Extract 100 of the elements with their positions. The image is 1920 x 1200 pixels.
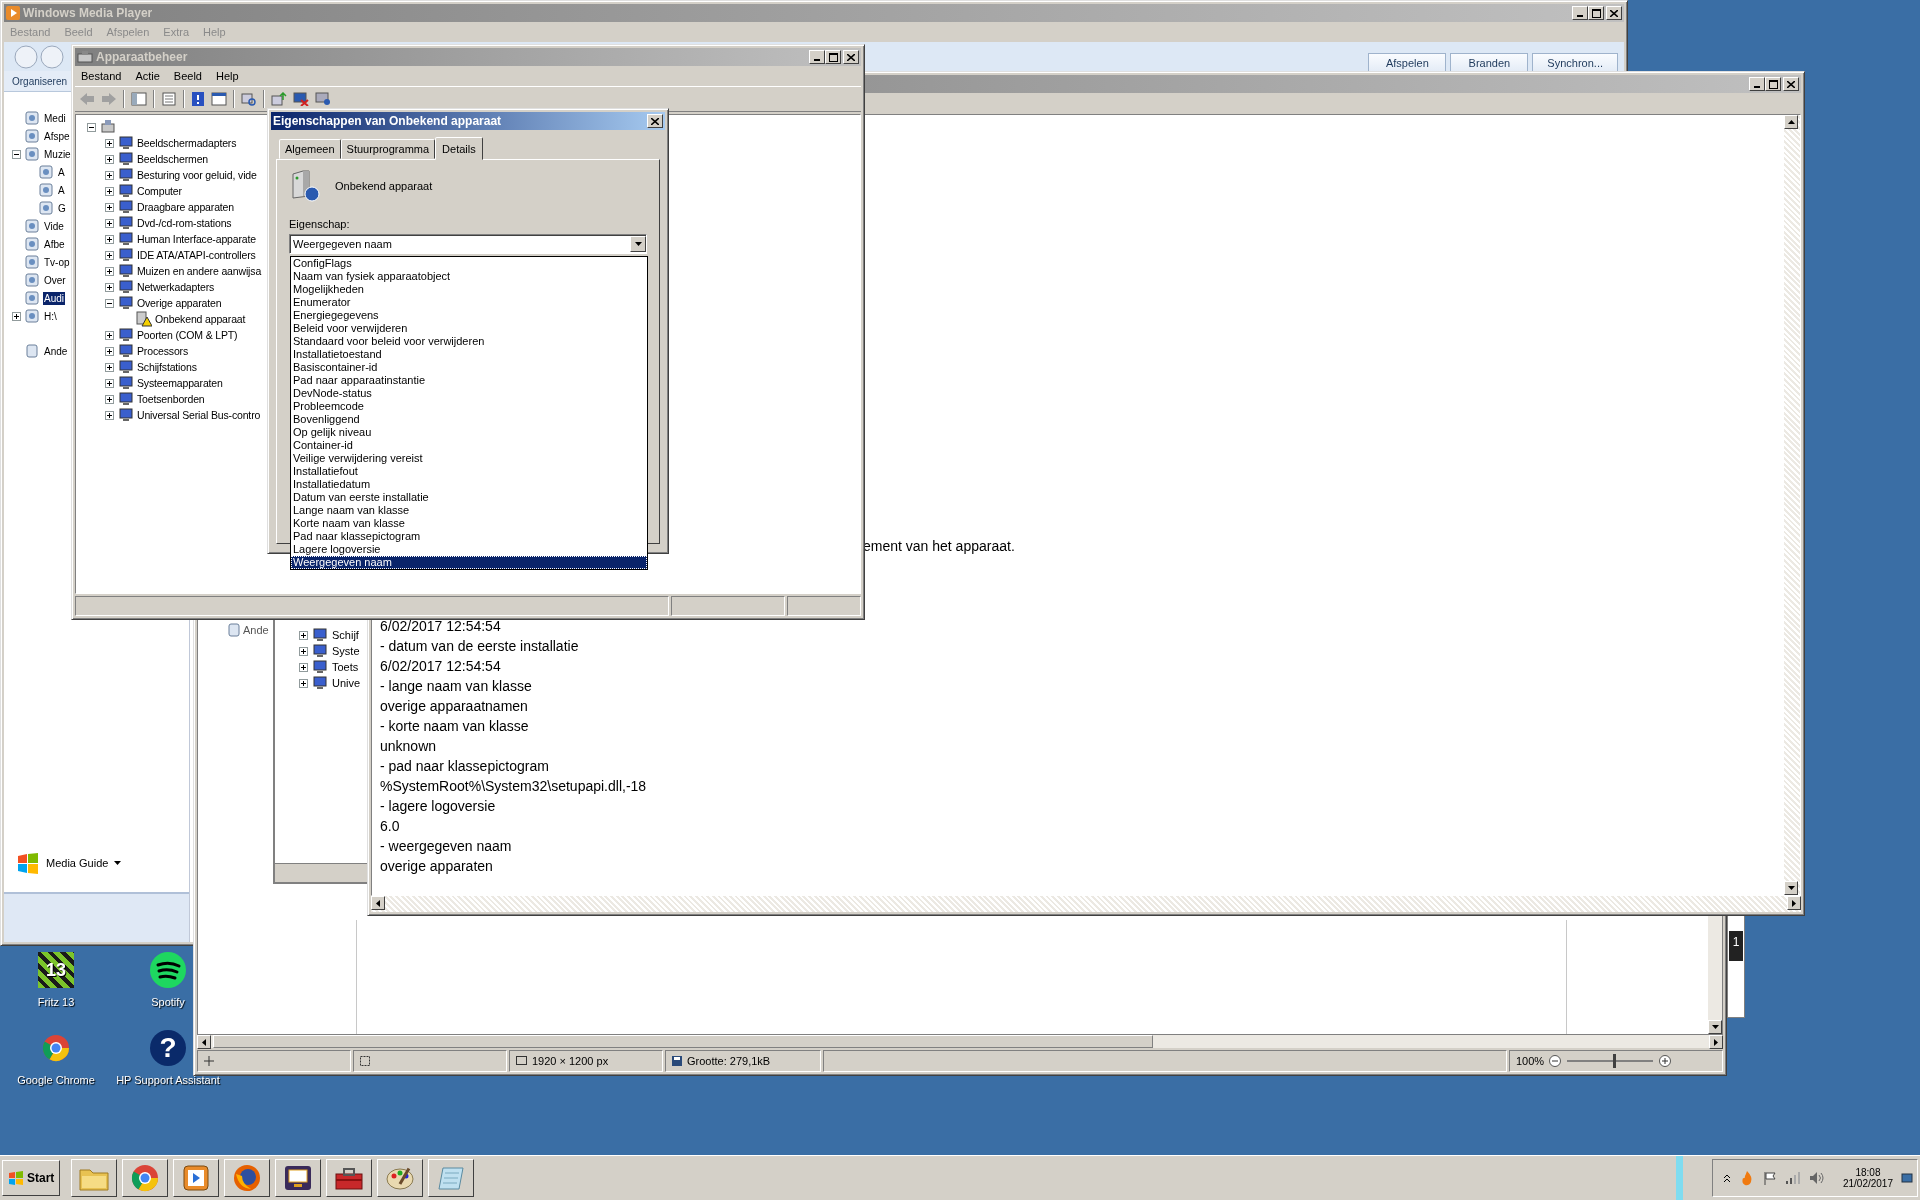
library-item: Ande [243, 624, 269, 636]
tree-item[interactable]: Overige apparaten [137, 297, 222, 309]
menu-item[interactable]: Actie [135, 70, 160, 82]
menu-item[interactable]: Bestand [81, 70, 122, 82]
library-item[interactable]: Afbe [43, 237, 66, 251]
dialog-tab[interactable]: Algemeen [279, 139, 341, 159]
library-item[interactable]: Ande [43, 344, 69, 358]
dropdown-option[interactable]: Datum van eerste installatie [291, 491, 647, 504]
library-item[interactable]: Muzie [43, 147, 72, 161]
dropdown-option[interactable]: Standaard voor beleid voor verwijderen [291, 335, 647, 348]
tree-item[interactable]: Besturing voor geluid, vide [137, 169, 257, 181]
library-item[interactable]: Tv-op [43, 255, 71, 269]
dropdown-option[interactable]: Lagere logoversie [291, 543, 647, 556]
dropdown-option[interactable]: Op gelijk niveau [291, 426, 647, 439]
text-line: overige apparaatnamen [380, 697, 529, 716]
window-title: Eigenschappen van Onbekend apparaat [273, 114, 502, 128]
library-item[interactable]: A [57, 165, 66, 179]
dropdown-option[interactable]: Mogelijkheden [291, 283, 647, 296]
tree-item[interactable]: Dvd-/cd-rom-stations [137, 217, 232, 229]
desktop-icon-label[interactable]: HP Support Assistant [116, 1074, 220, 1086]
text-line: %SystemRoot%\System32\setupapi.dll,-18 [380, 777, 648, 796]
dialog-tab[interactable]: Details [435, 137, 483, 160]
dropdown-option[interactable]: Pad naar klassepictogram [291, 530, 647, 543]
library-item[interactable]: G [57, 201, 67, 215]
tree-item[interactable]: Muizen en andere aanwijsa [137, 265, 262, 277]
dropdown-option[interactable]: Installatiedatum [291, 478, 647, 491]
dropdown-option[interactable]: Enumerator [291, 296, 647, 309]
dropdown-option[interactable]: Installatiefout [291, 465, 647, 478]
help-logo: ? [150, 1030, 186, 1066]
library-item[interactable]: Vide [43, 219, 65, 233]
library-item[interactable]: Afspe [43, 129, 71, 143]
desktop-icon-label[interactable]: Google Chrome [17, 1074, 95, 1086]
dropdown-option[interactable]: Pad naar apparaatinstantie [291, 374, 647, 387]
dropdown-option[interactable]: Basiscontainer-id [291, 361, 647, 374]
tree-item: Syste [332, 645, 360, 657]
library-item[interactable]: A [57, 183, 66, 197]
player-tab[interactable]: Afspelen [1368, 53, 1447, 71]
text-line: - datum van de eerste installatie [380, 637, 580, 656]
dropdown-option[interactable]: Veilige verwijdering vereist [291, 452, 647, 465]
device-name: Onbekend apparaat [335, 180, 433, 192]
property-label: Eigenschap: [289, 218, 351, 230]
text-line: 6/02/2017 12:54:54 [380, 657, 502, 676]
library-item[interactable]: Over [43, 273, 67, 287]
clock-date[interactable]: 21/02/2017 [1842, 1178, 1893, 1189]
window-title: Apparaatbeheer [96, 50, 188, 64]
organize-menu[interactable]: Organiseren [10, 75, 70, 87]
text-line: 6/02/2017 12:54:54 [380, 617, 502, 636]
dropdown-option[interactable]: ConfigFlags [291, 257, 647, 270]
tree-item[interactable]: Beeldschermen [137, 153, 208, 165]
tree-item[interactable]: IDE ATA/ATAPI-controllers [137, 249, 256, 261]
tree-item[interactable]: Draagbare apparaten [137, 201, 234, 213]
tree-item[interactable]: Poorten (COM & LPT) [137, 329, 238, 341]
clock-time[interactable]: 18:08 [1855, 1167, 1881, 1178]
dropdown-option[interactable]: DevNode-status [291, 387, 647, 400]
tree-item[interactable]: Toetsenborden [137, 393, 205, 405]
tree-item[interactable]: Beeldschermadapters [137, 137, 237, 149]
tree-item[interactable]: Systeemapparaten [137, 377, 223, 389]
desktop-icon-label[interactable]: Fritz 13 [37, 996, 75, 1008]
window-title: Windows Media Player [23, 6, 153, 20]
tree-item[interactable]: Processors [137, 345, 188, 357]
text-line: - pad naar klassepictogram [380, 757, 550, 776]
dropdown-option[interactable]: Beleid voor verwijderen [291, 322, 647, 335]
tree-item[interactable]: Netwerkadapters [137, 281, 215, 293]
desktop-icon-label[interactable]: Spotify [151, 996, 185, 1008]
start-button[interactable]: Start [2, 1160, 61, 1196]
text-line: - lange naam van klasse [380, 677, 533, 696]
dropdown-option[interactable]: Probleemcode [291, 400, 647, 413]
tree-item: Unive [332, 677, 361, 689]
tree-item[interactable]: Universal Serial Bus-contro [137, 409, 261, 421]
tree-item: Toets [332, 661, 359, 673]
menu-item[interactable]: Help [216, 70, 239, 82]
player-tab[interactable]: Branden [1450, 53, 1529, 71]
library-item[interactable]: H:\ [43, 309, 58, 323]
text-line: 6.0 [380, 817, 401, 836]
file-size: Grootte: 279,1kB [687, 1055, 771, 1067]
page-number: 1 [1729, 931, 1743, 961]
tree-item[interactable]: Human Interface-apparate [137, 233, 256, 245]
zoom-level: 100% [1516, 1055, 1545, 1067]
dropdown-option[interactable]: Container-id [291, 439, 647, 452]
text-line: - weergegeven naam [380, 837, 513, 856]
image-dimensions: 1920 × 1200 px [532, 1055, 609, 1067]
menu-item[interactable]: Beeld [173, 70, 202, 82]
tree-item[interactable]: Onbekend apparaat [155, 313, 246, 325]
dropdown-option[interactable]: Installatietoestand [291, 348, 647, 361]
property-dropdown[interactable]: Weergegeven naam [289, 234, 647, 254]
dropdown-option[interactable]: Lange naam van klasse [291, 504, 647, 517]
player-tab[interactable]: Synchron... [1532, 53, 1618, 71]
dropdown-option[interactable]: Korte naam van klasse [291, 517, 647, 530]
dropdown-option[interactable]: Naam van fysiek apparaatobject [291, 270, 647, 283]
dropdown-option[interactable]: Energiegegevens [291, 309, 647, 322]
tree-item[interactable]: Schijfstations [137, 361, 197, 373]
library-item[interactable]: Medi [43, 111, 67, 125]
media-guide-link[interactable]: Media Guide [46, 857, 109, 869]
text-line: - korte naam van klasse [380, 717, 530, 736]
dropdown-option[interactable]: Weergegeven naam [291, 556, 647, 569]
dialog-tab[interactable]: Stuurprogramma [340, 139, 436, 159]
text-line: unknown [380, 737, 438, 756]
library-item[interactable]: Audi [43, 291, 65, 305]
tree-item[interactable]: Computer [137, 185, 182, 197]
dropdown-option[interactable]: Bovenliggend [291, 413, 647, 426]
